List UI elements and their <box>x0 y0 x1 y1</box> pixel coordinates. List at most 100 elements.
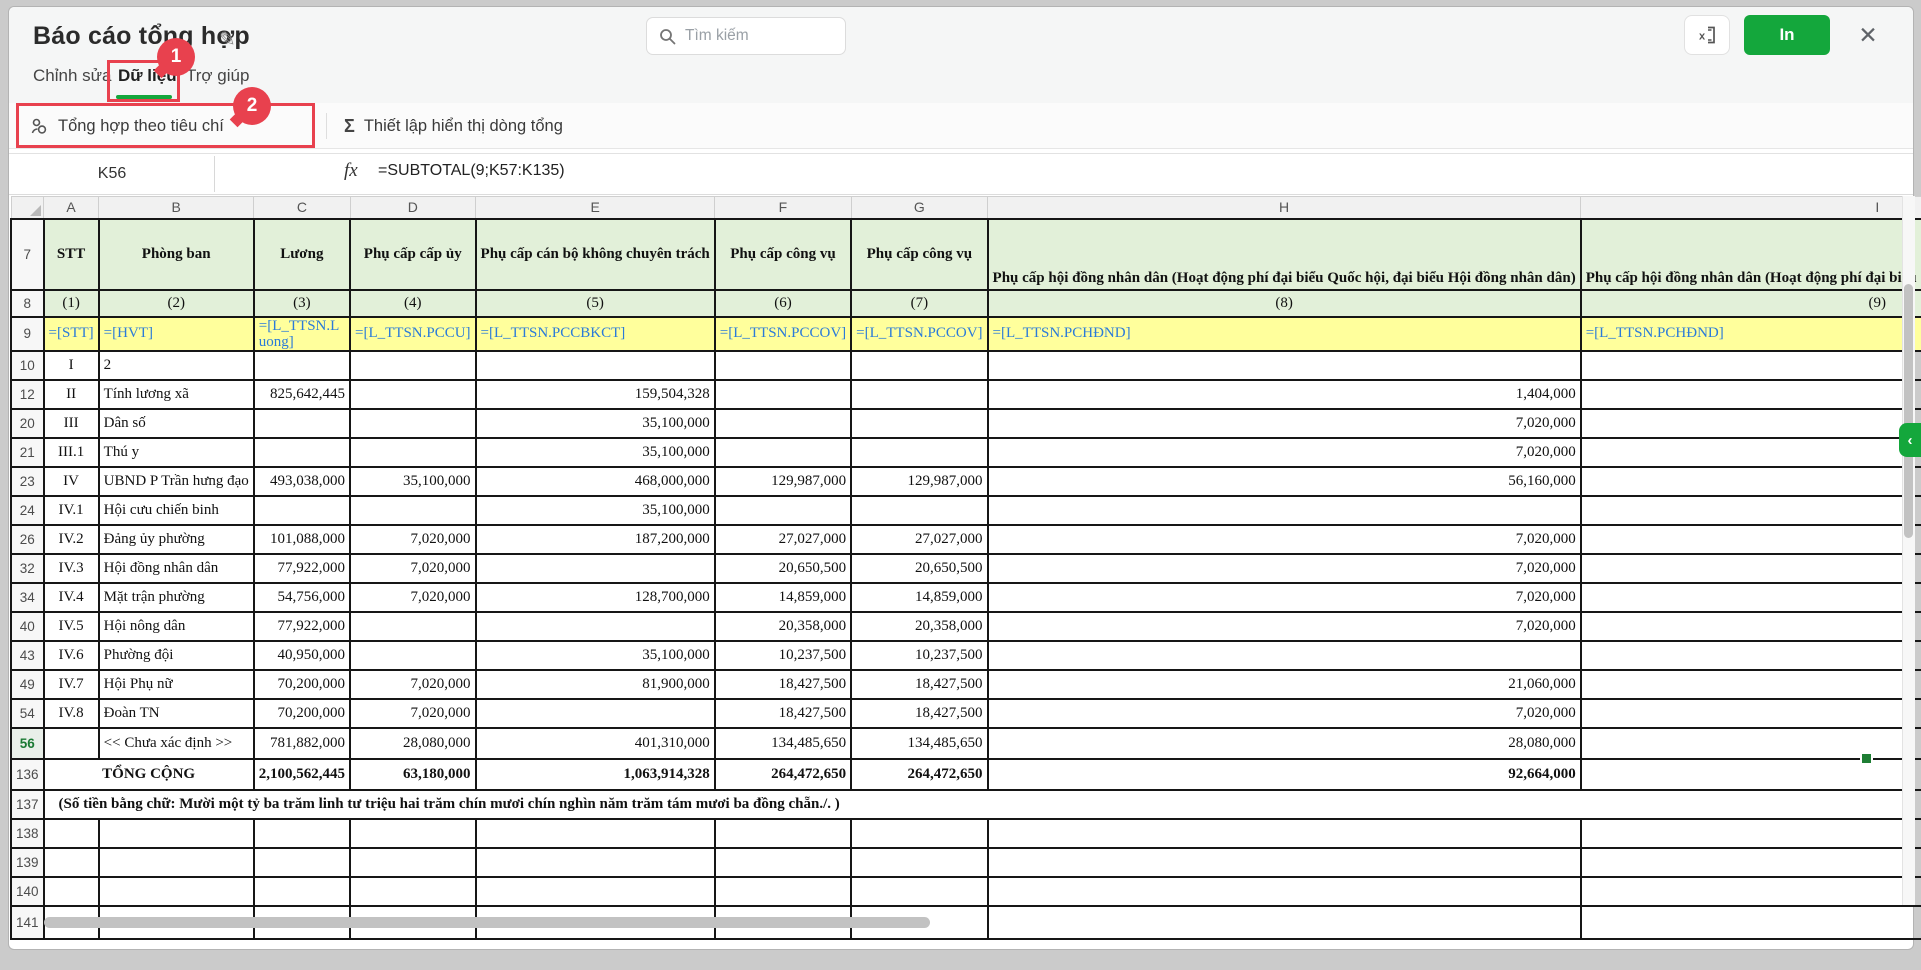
grid-cell-A49[interactable]: IV.7 <box>44 670 99 699</box>
grid-cell-H9[interactable]: =[L_TTSN.PCHĐND] <box>988 317 1581 351</box>
grid-cell-I34[interactable]: 7,020,000 <box>1581 583 1921 612</box>
grid-cell-A24[interactable]: IV.1 <box>44 496 99 525</box>
grid-cell-F40[interactable]: 20,358,000 <box>715 612 851 641</box>
grid-cell-D20[interactable] <box>350 409 476 438</box>
column-header-C[interactable]: C <box>254 197 350 219</box>
grid-cell-F49[interactable]: 18,427,500 <box>715 670 851 699</box>
grid-cell-I138[interactable] <box>1581 819 1921 848</box>
grid-cell-H56[interactable]: 28,080,000 <box>988 728 1581 759</box>
grid-cell-G20[interactable] <box>851 409 987 438</box>
grid-cell-H23[interactable]: 56,160,000 <box>988 467 1581 496</box>
grid-cell-D9[interactable]: =[L_TTSN.PCCU] <box>350 317 476 351</box>
grid-cell-C139[interactable] <box>254 848 350 877</box>
row-header-49[interactable]: 49 <box>11 670 44 699</box>
grid-cell-B8[interactable]: (2) <box>99 290 254 317</box>
grid-cell-C43[interactable]: 40,950,000 <box>254 641 350 670</box>
column-header-G[interactable]: G <box>851 197 987 219</box>
grid-cell-E20[interactable]: 35,100,000 <box>476 409 715 438</box>
grid-cell-H138[interactable] <box>988 819 1581 848</box>
grid-cell-F54[interactable]: 18,427,500 <box>715 699 851 728</box>
grid-cell-E40[interactable] <box>476 612 715 641</box>
grid-cell-F138[interactable] <box>715 819 851 848</box>
grid-cell-F56[interactable]: 134,485,650 <box>715 728 851 759</box>
grid-cell-C140[interactable] <box>254 877 350 906</box>
grid-cell-B54[interactable]: Đoàn TN <box>99 699 254 728</box>
grid-cell-A9[interactable]: =[STT] <box>44 317 99 351</box>
export-excel-button[interactable]: x <box>1684 15 1730 55</box>
tab-tro-giup[interactable]: Trợ giúp <box>186 66 249 86</box>
grid-cell-B20[interactable]: Dân số <box>99 409 254 438</box>
grid-cell-F7[interactable]: Phụ cấp công vụ <box>715 219 851 290</box>
grid-cell-B12[interactable]: Tính lương xã <box>99 380 254 409</box>
grid-cell-G40[interactable]: 20,358,000 <box>851 612 987 641</box>
row-header-9[interactable]: 9 <box>11 317 44 351</box>
grid-cell-G140[interactable] <box>851 877 987 906</box>
grid-cell-E140[interactable] <box>476 877 715 906</box>
grid-cell-D139[interactable] <box>350 848 476 877</box>
row-header-139[interactable]: 139 <box>11 848 44 877</box>
row-header-8[interactable]: 8 <box>11 290 44 317</box>
grid-cell-D26[interactable]: 7,020,000 <box>350 525 476 554</box>
grid-cell-C26[interactable]: 101,088,000 <box>254 525 350 554</box>
row-header-32[interactable]: 32 <box>11 554 44 583</box>
grid-cell-H24[interactable] <box>988 496 1581 525</box>
grid-cell-C24[interactable] <box>254 496 350 525</box>
grid-cell-C34[interactable]: 54,756,000 <box>254 583 350 612</box>
grid-cell-B32[interactable]: Hội đồng nhân dân <box>99 554 254 583</box>
cell-name-box[interactable]: K56 <box>10 156 214 192</box>
grid-cell-F8[interactable]: (6) <box>715 290 851 317</box>
grid-cell-H21[interactable]: 7,020,000 <box>988 438 1581 467</box>
grid-cell-B23[interactable]: UBND P Trần hưng đạo <box>99 467 254 496</box>
grid-cell-B10[interactable]: 2 <box>99 351 254 380</box>
grid-cell-I141[interactable] <box>1581 906 1921 939</box>
grid-cell-C8[interactable]: (3) <box>254 290 350 317</box>
column-header-H[interactable]: H <box>988 197 1581 219</box>
grid-cell-G8[interactable]: (7) <box>851 290 987 317</box>
grid-cell-total-label[interactable]: TỔNG CỘNG <box>44 759 254 790</box>
grid-cell-A43[interactable]: IV.6 <box>44 641 99 670</box>
column-header-A[interactable]: A <box>44 197 99 219</box>
grid-cell-A140[interactable] <box>44 877 99 906</box>
grid-cell-H139[interactable] <box>988 848 1581 877</box>
grid-cell-I26[interactable]: 7,020,000 <box>1581 525 1921 554</box>
grid-cell-G12[interactable] <box>851 380 987 409</box>
grid-cell-E139[interactable] <box>476 848 715 877</box>
grid-cell-F21[interactable] <box>715 438 851 467</box>
grid-cell-H26[interactable]: 7,020,000 <box>988 525 1581 554</box>
grid-cell-A32[interactable]: IV.3 <box>44 554 99 583</box>
grid-cell-G24[interactable] <box>851 496 987 525</box>
row-header-12[interactable]: 12 <box>11 380 44 409</box>
grid-cell-E43[interactable]: 35,100,000 <box>476 641 715 670</box>
grid-cell-I7[interactable]: Phụ cấp hội đồng nhân dân (Hoạt động phí… <box>1581 219 1921 290</box>
search-input[interactable]: Tìm kiếm <box>646 17 846 55</box>
row-header-34[interactable]: 34 <box>11 583 44 612</box>
column-header-E[interactable]: E <box>476 197 715 219</box>
grid-cell-E26[interactable]: 187,200,000 <box>476 525 715 554</box>
grid-cell-F26[interactable]: 27,027,000 <box>715 525 851 554</box>
grid-cell-I9[interactable]: =[L_TTSN.PCHĐND] <box>1581 317 1921 351</box>
grid-cell-G21[interactable] <box>851 438 987 467</box>
grid-cell-B139[interactable] <box>99 848 254 877</box>
select-all-corner[interactable] <box>11 197 44 219</box>
tab-chinh-sua[interactable]: Chỉnh sửa <box>33 66 111 86</box>
grid-cell-C49[interactable]: 70,200,000 <box>254 670 350 699</box>
toolbar-item-tong-hop-theo-tieu-chi[interactable]: Tổng hợp theo tiêu chí <box>30 113 224 139</box>
grid-cell-A21[interactable]: III.1 <box>44 438 99 467</box>
grid-cell-E8[interactable]: (5) <box>476 290 715 317</box>
grid-cell-E9[interactable]: =[L_TTSN.PCCBKCT] <box>476 317 715 351</box>
close-icon[interactable]: ✕ <box>1850 17 1886 53</box>
grid-cell-H8[interactable]: (8) <box>988 290 1581 317</box>
grid-cell-D140[interactable] <box>350 877 476 906</box>
grid-cell-D34[interactable]: 7,020,000 <box>350 583 476 612</box>
grid-cell-B26[interactable]: Đảng ủy phường <box>99 525 254 554</box>
grid-cell-A10[interactable]: I <box>44 351 99 380</box>
formula-input[interactable]: =SUBTOTAL(9;K57:K135) <box>378 162 565 180</box>
grid-cell-E21[interactable]: 35,100,000 <box>476 438 715 467</box>
grid-cell-F43[interactable]: 10,237,500 <box>715 641 851 670</box>
grid-cell-E56[interactable]: 401,310,000 <box>476 728 715 759</box>
grid-cell-E24[interactable]: 35,100,000 <box>476 496 715 525</box>
grid-cell-F140[interactable] <box>715 877 851 906</box>
grid-cell-F34[interactable]: 14,859,000 <box>715 583 851 612</box>
row-header-137[interactable]: 137 <box>11 790 44 819</box>
row-header-26[interactable]: 26 <box>11 525 44 554</box>
